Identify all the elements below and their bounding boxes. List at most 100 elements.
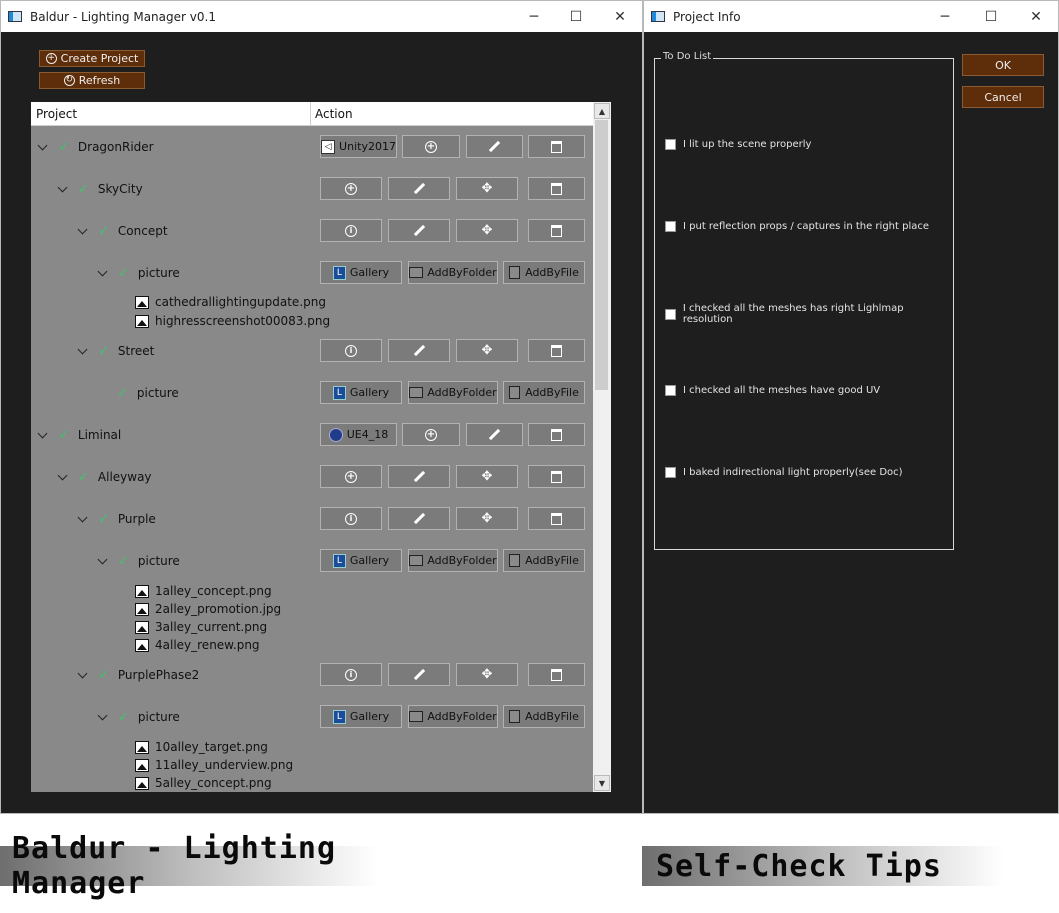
ok-button[interactable]: OK <box>962 54 1044 76</box>
info-button[interactable]: i <box>320 507 382 530</box>
info-button[interactable]: i <box>320 339 382 362</box>
edit-button[interactable] <box>388 177 450 200</box>
gallery-button[interactable]: L Gallery <box>320 381 402 404</box>
tree-row-shot[interactable]: ✓ PurplePhase2 <box>77 666 199 684</box>
tree-row-file[interactable]: 1alley_concept.png <box>135 582 272 600</box>
vertical-scrollbar[interactable]: ▲ ▼ <box>593 102 611 792</box>
delete-button[interactable] <box>528 507 585 530</box>
add-by-file-button[interactable]: AddByFile <box>503 705 585 728</box>
info-button[interactable]: i <box>320 219 382 242</box>
add-by-file-button[interactable]: AddByFile <box>503 261 585 284</box>
tree-row-picture[interactable]: ✓ picture <box>97 552 180 570</box>
add-by-folder-button[interactable]: AddByFolder <box>408 705 498 728</box>
todo-item[interactable]: I checked all the meshes have good UV <box>665 385 880 396</box>
move-button[interactable]: ✥ <box>456 663 518 686</box>
chevron-down-icon[interactable] <box>97 266 108 276</box>
edit-button[interactable] <box>466 423 523 446</box>
tree-row-file[interactable]: 10alley_target.png <box>135 738 268 756</box>
chevron-down-icon[interactable] <box>77 224 88 234</box>
tree-row-file[interactable]: 4alley_renew.png <box>135 636 260 654</box>
todo-item[interactable]: I baked indirectional light properly(see… <box>665 467 903 478</box>
chevron-down-icon[interactable] <box>57 470 68 480</box>
edit-button[interactable] <box>388 339 450 362</box>
chevron-down-icon[interactable] <box>77 512 88 522</box>
delete-button[interactable] <box>528 177 585 200</box>
delete-button[interactable] <box>528 135 585 158</box>
add-button[interactable]: + <box>402 135 460 158</box>
create-project-button[interactable]: + Create Project <box>39 50 145 67</box>
tree-row-file[interactable]: 2alley_promotion.jpg <box>135 600 281 618</box>
minimize-button[interactable]: ─ <box>511 1 557 32</box>
scroll-up-arrow-icon[interactable]: ▲ <box>594 103 610 119</box>
engine-button-unity[interactable]: ◁ Unity2017 <box>320 135 397 158</box>
delete-button[interactable] <box>528 423 585 446</box>
tree-row-picture[interactable]: ✓ picture <box>97 264 180 282</box>
move-button[interactable]: ✥ <box>456 339 518 362</box>
scroll-down-arrow-icon[interactable]: ▼ <box>594 775 610 791</box>
tree-row-picture[interactable]: ✓ picture <box>117 384 179 402</box>
todo-item[interactable]: I put reflection props / captures in the… <box>665 221 929 232</box>
edit-button[interactable] <box>388 465 450 488</box>
add-by-folder-button[interactable]: AddByFolder <box>408 549 498 572</box>
maximize-button[interactable]: ☐ <box>553 1 599 32</box>
close-button[interactable]: ✕ <box>597 1 643 32</box>
cancel-button[interactable]: Cancel <box>962 86 1044 108</box>
tree-row-project[interactable]: ✓ DragonRider <box>37 138 154 156</box>
checkbox[interactable] <box>665 385 676 396</box>
tree-row-file[interactable]: highresscreenshot00083.png <box>135 312 330 330</box>
todo-item[interactable]: I lit up the scene properly <box>665 139 811 150</box>
maximize-button[interactable]: ☐ <box>968 1 1014 32</box>
checkbox[interactable] <box>665 308 676 320</box>
tree-row-file[interactable]: 5alley_concept.png <box>135 774 272 792</box>
checkbox[interactable] <box>665 467 676 478</box>
checkbox[interactable] <box>665 139 676 150</box>
gallery-button[interactable]: L Gallery <box>320 705 402 728</box>
tree-row-shot[interactable]: ✓ Concept <box>77 222 168 240</box>
chevron-down-icon[interactable] <box>57 182 68 192</box>
scrollbar-thumb[interactable] <box>595 120 608 390</box>
column-action[interactable]: Action <box>315 107 353 121</box>
move-button[interactable]: ✥ <box>456 177 518 200</box>
info-button[interactable]: i <box>320 663 382 686</box>
delete-button[interactable] <box>528 663 585 686</box>
add-by-file-button[interactable]: AddByFile <box>503 381 585 404</box>
tree-row-shot[interactable]: ✓ Purple <box>77 510 156 528</box>
tree-row-picture[interactable]: ✓ picture <box>97 708 180 726</box>
chevron-down-icon[interactable] <box>77 344 88 354</box>
tree-row-shot[interactable]: ✓ Street <box>77 342 154 360</box>
minimize-button[interactable]: ─ <box>922 1 968 32</box>
chevron-down-icon[interactable] <box>77 668 88 678</box>
chevron-down-icon[interactable] <box>97 554 108 564</box>
add-button[interactable]: + <box>402 423 460 446</box>
delete-button[interactable] <box>528 219 585 242</box>
chevron-down-icon[interactable] <box>37 140 48 150</box>
tree-row-scene[interactable]: ✓ Alleyway <box>57 468 152 486</box>
checkbox[interactable] <box>665 221 676 232</box>
delete-button[interactable] <box>528 465 585 488</box>
add-button[interactable]: + <box>320 465 382 488</box>
column-divider[interactable] <box>310 102 311 125</box>
add-button[interactable]: + <box>320 177 382 200</box>
todo-item[interactable]: I checked all the meshes has right Lighl… <box>665 303 953 325</box>
tree-row-scene[interactable]: ✓ SkyCity <box>57 180 143 198</box>
gallery-button[interactable]: L Gallery <box>320 261 402 284</box>
project-tree[interactable]: Project Action ✓ DragonRider ◁ Unity2017 +… <box>31 102 611 792</box>
refresh-button[interactable]: ↻ Refresh <box>39 72 145 89</box>
move-button[interactable]: ✥ <box>456 219 518 242</box>
edit-button[interactable] <box>388 507 450 530</box>
tree-row-file[interactable]: cathedrallightingupdate.png <box>135 293 326 311</box>
edit-button[interactable] <box>388 663 450 686</box>
delete-button[interactable] <box>528 339 585 362</box>
move-button[interactable]: ✥ <box>456 465 518 488</box>
add-by-folder-button[interactable]: AddByFolder <box>408 261 498 284</box>
column-project[interactable]: Project <box>36 107 77 121</box>
tree-row-project[interactable]: ✓ Liminal <box>37 426 121 444</box>
tree-row-file[interactable]: 11alley_underview.png <box>135 756 293 774</box>
add-by-file-button[interactable]: AddByFile <box>503 549 585 572</box>
edit-button[interactable] <box>388 219 450 242</box>
gallery-button[interactable]: L Gallery <box>320 549 402 572</box>
close-button[interactable]: ✕ <box>1013 1 1059 32</box>
edit-button[interactable] <box>466 135 523 158</box>
chevron-down-icon[interactable] <box>37 428 48 438</box>
move-button[interactable]: ✥ <box>456 507 518 530</box>
